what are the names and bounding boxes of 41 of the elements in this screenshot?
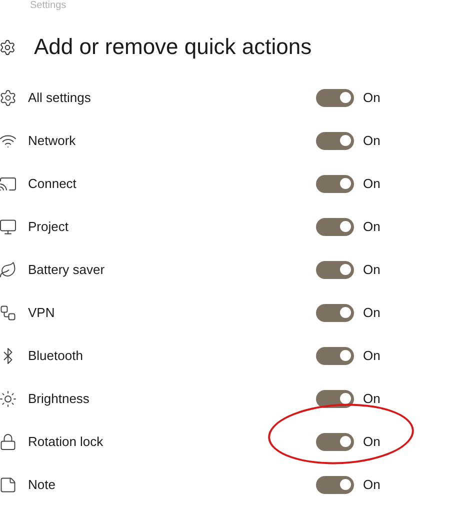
toggle-switch[interactable] bbox=[316, 132, 354, 150]
sun-icon bbox=[0, 390, 17, 408]
toggle-switch[interactable] bbox=[316, 260, 354, 278]
toggle-state: On bbox=[363, 304, 380, 322]
cast-icon bbox=[0, 174, 17, 192]
breadcrumb: Settings bbox=[29, 0, 66, 12]
action-label: All settings bbox=[28, 88, 91, 107]
toggle-switch[interactable] bbox=[316, 218, 354, 236]
action-label: Rotation lock bbox=[28, 432, 104, 451]
toggle-switch[interactable] bbox=[316, 174, 354, 192]
toggle-switch[interactable] bbox=[316, 346, 354, 364]
action-label: Brightness bbox=[28, 390, 90, 408]
gear-icon bbox=[0, 88, 17, 106]
monitor-icon bbox=[0, 218, 17, 236]
toggle-switch[interactable] bbox=[316, 390, 354, 408]
note-icon bbox=[0, 476, 17, 494]
action-label: Connect bbox=[28, 174, 76, 193]
action-label: Note bbox=[28, 476, 56, 494]
lock-icon bbox=[0, 432, 17, 450]
action-label: Bluetooth bbox=[28, 346, 83, 365]
action-label: Network bbox=[28, 132, 76, 150]
settings-icon bbox=[0, 38, 16, 56]
leaf-icon bbox=[0, 260, 17, 278]
toggle-switch[interactable] bbox=[316, 476, 354, 494]
toggle-state: On bbox=[363, 346, 380, 365]
toggle-state: On bbox=[363, 476, 380, 494]
toggle-switch[interactable] bbox=[316, 304, 354, 322]
toggle-state: On bbox=[363, 218, 380, 236]
action-label: Battery saver bbox=[28, 260, 105, 279]
toggle-switch[interactable] bbox=[316, 88, 354, 106]
toggle-state: On bbox=[363, 174, 380, 193]
toggle-state: On bbox=[363, 88, 380, 107]
action-label: VPN bbox=[28, 304, 55, 322]
toggle-state: On bbox=[363, 260, 380, 279]
toggle-state: On bbox=[363, 132, 380, 150]
network-icon bbox=[0, 304, 17, 322]
toggle-state: On bbox=[363, 390, 380, 408]
page-title: Add or remove quick actions bbox=[34, 34, 312, 60]
action-label: Project bbox=[28, 218, 68, 236]
toggle-state: On bbox=[363, 432, 380, 451]
toggle-switch[interactable] bbox=[316, 432, 354, 450]
